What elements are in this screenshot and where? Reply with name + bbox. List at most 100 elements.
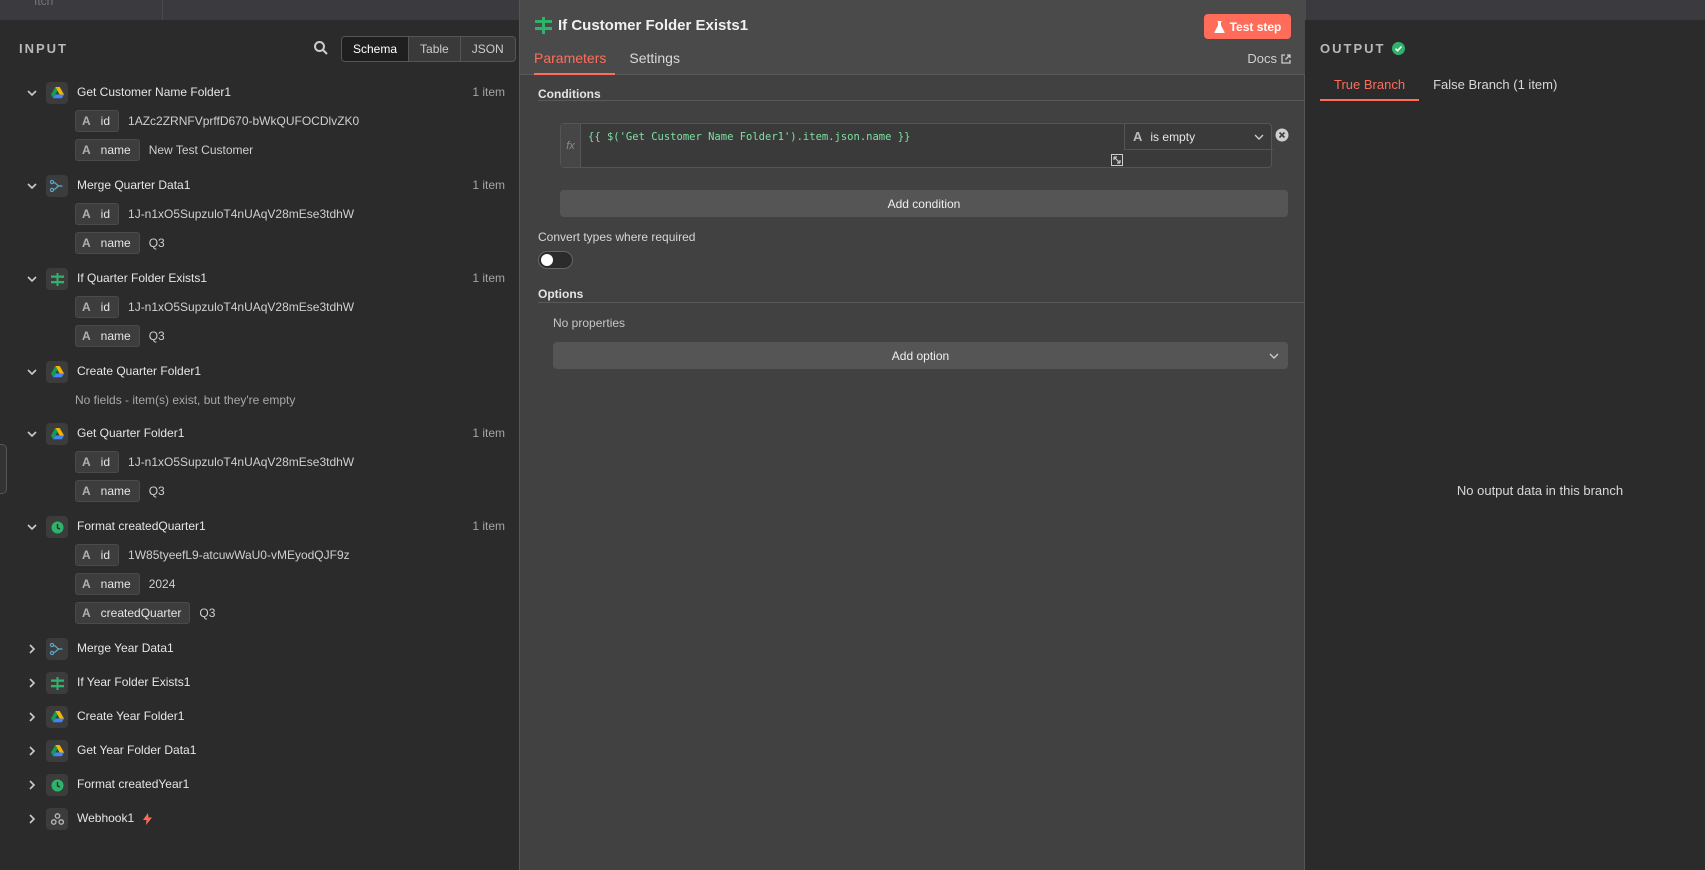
node-row[interactable]: Format createdYear1 (0, 773, 519, 797)
chevron-right-icon[interactable] (26, 711, 38, 723)
field-name: id (100, 548, 111, 562)
string-type-icon: A (82, 236, 91, 250)
node-name: Format createdYear1 (77, 777, 190, 791)
field-value: 1J-n1xO5SupzuloT4nUAqV28mEse3tdhW (128, 455, 355, 469)
expand-editor-icon[interactable] (1111, 154, 1123, 166)
output-panel: OUTPUT True Branch False Branch (1 item)… (1305, 20, 1705, 870)
node-row[interactable]: Merge Year Data1 (0, 637, 519, 661)
node-row[interactable]: If Year Folder Exists1 (0, 671, 519, 695)
schema-field: Aname New Test Customer (75, 139, 253, 161)
string-type-icon: A (82, 484, 91, 498)
input-title: INPUT (19, 41, 68, 56)
chevron-down-icon[interactable] (26, 428, 38, 440)
chevron-right-icon[interactable] (26, 677, 38, 689)
node-name: Webhook1 (77, 811, 135, 825)
field-pill[interactable]: Aid (75, 110, 120, 132)
chevron-right-icon[interactable] (26, 779, 38, 791)
field-name: name (100, 143, 131, 157)
add-option-label: Add option (891, 348, 950, 363)
node-row[interactable]: Webhook1 (0, 807, 519, 831)
add-option-button[interactable]: Add option (553, 342, 1288, 369)
field-pill[interactable]: Aid (75, 203, 120, 225)
condition-expression-input[interactable]: {{ $('Get Customer Name Folder1').item.j… (588, 131, 910, 143)
field-pill[interactable]: Aid (75, 451, 120, 473)
tab-settings[interactable]: Settings (629, 50, 680, 75)
node-row[interactable]: If Quarter Folder Exists1 1 item (0, 267, 519, 291)
field-name: id (100, 207, 111, 221)
item-count: 1 item (472, 519, 505, 533)
test-step-button[interactable]: Test step (1204, 14, 1291, 39)
item-count: 1 item (472, 426, 505, 440)
tab-parameters[interactable]: Parameters (534, 50, 616, 75)
field-pill[interactable]: Aid (75, 544, 120, 566)
if-node-icon (535, 17, 552, 34)
divider (538, 302, 1307, 303)
operator-select[interactable]: A is empty (1124, 124, 1273, 150)
node-row[interactable]: Get Year Folder Data1 (0, 739, 519, 763)
chevron-down-icon (1269, 353, 1279, 359)
node-row[interactable]: Get Quarter Folder1 1 item (0, 422, 519, 446)
field-value: 1J-n1xO5SupzuloT4nUAqV28mEse3tdhW (128, 300, 355, 314)
node-row[interactable]: Get Customer Name Folder1 1 item (0, 81, 519, 105)
field-value: New Test Customer (148, 143, 254, 157)
panel-resize-handle[interactable] (0, 444, 7, 494)
field-pill[interactable]: AcreatedQuarter (75, 602, 191, 624)
field-pill[interactable]: Aid (75, 296, 120, 318)
string-type-icon: A (82, 207, 91, 221)
node-title[interactable]: If Customer Folder Exists1 (558, 17, 748, 34)
tab-false-branch[interactable]: False Branch (1 item) (1433, 77, 1557, 101)
parameters-panel: If Customer Folder Exists1 Test step Par… (519, 0, 1307, 870)
field-pill[interactable]: Aname (75, 232, 140, 254)
operator-value: is empty (1150, 129, 1196, 144)
chevron-down-icon[interactable] (26, 521, 38, 533)
field-pill[interactable]: Aname (75, 325, 140, 347)
view-mode-schema[interactable]: Schema (342, 37, 410, 61)
string-type-icon: A (82, 606, 91, 620)
if-icon (46, 268, 68, 290)
input-panel: INPUT Schema Table JSON Get Customer Nam… (0, 20, 519, 870)
convert-types-toggle[interactable] (538, 251, 573, 269)
field-pill[interactable]: Aname (75, 573, 140, 595)
chevron-down-icon[interactable] (26, 273, 38, 285)
string-type-icon: A (82, 329, 91, 343)
chevron-right-icon[interactable] (26, 813, 38, 825)
node-name: Get Year Folder Data1 (77, 743, 197, 757)
item-count: 1 item (472, 178, 505, 192)
field-name: id (100, 114, 111, 128)
field-name: name (100, 329, 131, 343)
field-name: id (100, 455, 111, 469)
search-icon[interactable] (313, 40, 329, 56)
google-drive-icon (46, 423, 68, 445)
chevron-down-icon[interactable] (26, 366, 38, 378)
node-row[interactable]: Format createdQuarter1 1 item (0, 515, 519, 539)
view-mode-table[interactable]: Table (409, 37, 461, 61)
chevron-right-icon[interactable] (26, 643, 38, 655)
chevron-right-icon[interactable] (26, 745, 38, 757)
node-row[interactable]: Create Year Folder1 (0, 705, 519, 729)
add-condition-button[interactable]: Add condition (560, 190, 1288, 217)
field-pill[interactable]: Aname (75, 480, 140, 502)
node-name: Format createdQuarter1 (77, 519, 206, 533)
field-name: createdQuarter (100, 606, 182, 620)
node-row[interactable]: Merge Quarter Data1 1 item (0, 174, 519, 198)
output-title: OUTPUT (1320, 41, 1386, 56)
item-count: 1 item (472, 271, 505, 285)
schema-field: Aname Q3 (75, 325, 165, 347)
field-pill[interactable]: Aname (75, 139, 140, 161)
node-name: Get Customer Name Folder1 (77, 85, 232, 99)
chevron-down-icon[interactable] (26, 87, 38, 99)
output-header: OUTPUT (1320, 41, 1406, 56)
field-value: 1J-n1xO5SupzuloT4nUAqV28mEse3tdhW (128, 207, 355, 221)
schema-field: Aname Q3 (75, 480, 165, 502)
webhook-icon (46, 808, 68, 830)
field-name: id (100, 300, 111, 314)
google-drive-icon (46, 740, 68, 762)
chevron-down-icon[interactable] (26, 180, 38, 192)
remove-condition-icon[interactable] (1275, 128, 1289, 142)
schema-field: AcreatedQuarter Q3 (75, 602, 215, 624)
view-mode-json[interactable]: JSON (461, 37, 515, 61)
empty-output-message: No output data in this branch (1456, 483, 1624, 498)
node-row[interactable]: Create Quarter Folder1 (0, 360, 519, 384)
tab-true-branch[interactable]: True Branch (1320, 77, 1420, 101)
docs-link[interactable]: Docs (1247, 51, 1291, 66)
